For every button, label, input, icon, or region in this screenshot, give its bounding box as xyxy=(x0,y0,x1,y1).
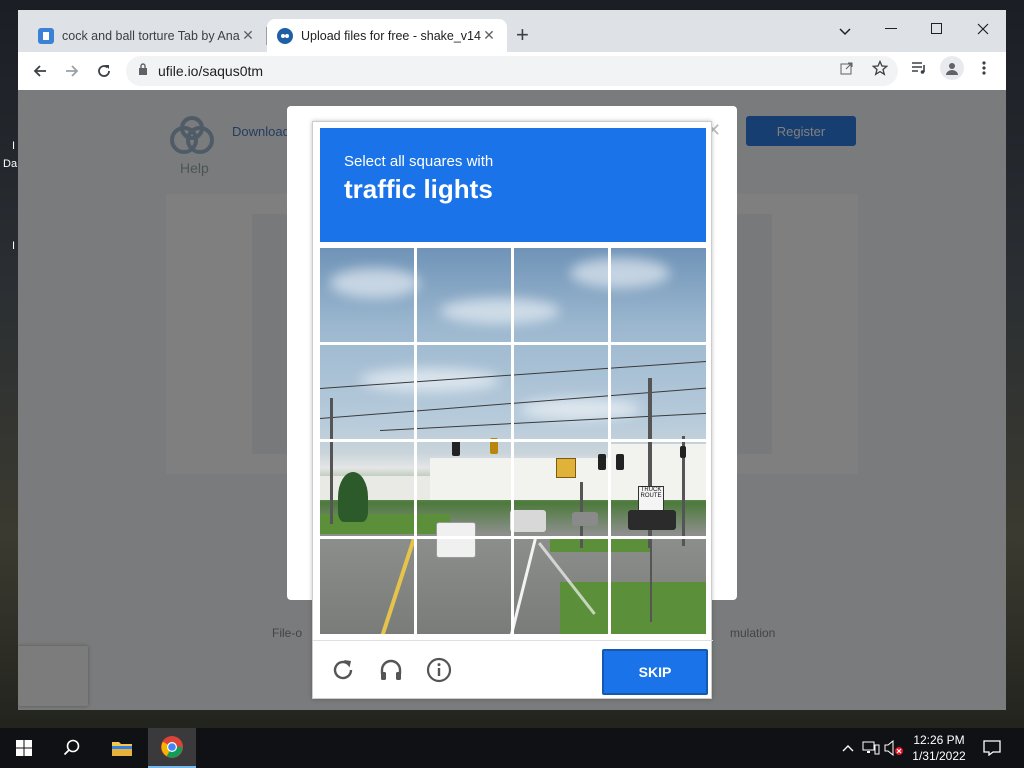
tab-title: Upload files for free - shake_v14 xyxy=(301,28,481,43)
bookmark-star-icon[interactable] xyxy=(869,57,891,79)
show-hidden-icons-chevron-icon[interactable] xyxy=(838,738,858,758)
tab-favicon-icon xyxy=(38,27,54,44)
new-tab-button[interactable]: + xyxy=(516,23,529,47)
info-icon[interactable] xyxy=(424,655,454,685)
address-bar[interactable]: ufile.io/saqus0tm xyxy=(126,56,898,86)
audio-challenge-headphones-icon[interactable] xyxy=(376,655,406,685)
menu-kebab-icon[interactable] xyxy=(973,57,995,79)
chrome-taskbar-icon[interactable] xyxy=(148,728,196,768)
windows-start-icon[interactable] xyxy=(0,728,48,768)
tab-title: cock and ball torture Tab by Anal xyxy=(62,28,240,43)
grid-tile-8[interactable] xyxy=(611,345,706,439)
share-icon[interactable] xyxy=(836,57,858,79)
browser-toolbar: ufile.io/saqus0tm xyxy=(18,52,1006,90)
close-icon[interactable]: ✕ xyxy=(240,27,256,44)
grid-tile-6[interactable] xyxy=(417,345,511,439)
clock-time: 12:26 PM xyxy=(913,733,965,747)
notifications-icon[interactable] xyxy=(982,738,1002,758)
grid-tile-10[interactable] xyxy=(417,442,511,536)
grid-tile-15[interactable] xyxy=(514,539,608,634)
grid-tile-13[interactable] xyxy=(320,539,414,634)
captcha-instructions: Select all squares with traffic lights xyxy=(320,128,706,242)
grid-tile-5[interactable] xyxy=(320,345,414,439)
minimize-button[interactable] xyxy=(868,14,914,44)
close-icon[interactable]: ✕ xyxy=(481,27,497,44)
grid-tile-3[interactable] xyxy=(514,248,608,342)
network-icon[interactable] xyxy=(861,738,881,758)
tab-ufile[interactable]: Upload files for free - shake_v14 ✕ xyxy=(267,19,507,52)
desktop-icon-label: I xyxy=(12,240,16,252)
grid-tile-16[interactable] xyxy=(611,539,706,634)
grid-tile-7[interactable] xyxy=(514,345,608,439)
profile-avatar-icon[interactable] xyxy=(940,56,964,80)
tab-cock-and-ball[interactable]: cock and ball torture Tab by Anal ✕ xyxy=(28,19,266,52)
forward-arrow-icon[interactable] xyxy=(58,57,86,85)
back-arrow-icon[interactable] xyxy=(26,57,54,85)
close-window-button[interactable] xyxy=(960,14,1006,44)
instruction-text: Select all squares with xyxy=(344,153,494,170)
search-icon[interactable] xyxy=(48,728,96,768)
reload-challenge-icon[interactable] xyxy=(328,655,358,685)
clock-date: 1/31/2022 xyxy=(912,749,966,763)
skip-button[interactable]: SKIP xyxy=(602,649,708,695)
captcha-challenge: Select all squares with traffic lights T… xyxy=(312,121,713,700)
tab-strip: cock and ball torture Tab by Anal ✕ Uplo… xyxy=(18,10,1006,52)
tab-favicon-icon xyxy=(277,27,293,44)
grid-tile-9[interactable] xyxy=(320,442,414,536)
grid-tile-4[interactable] xyxy=(611,248,706,342)
lock-icon[interactable] xyxy=(138,62,148,80)
grid-tile-1[interactable] xyxy=(320,248,414,342)
reload-icon[interactable] xyxy=(90,57,118,85)
captcha-footer: SKIP xyxy=(313,640,713,700)
captcha-image-grid: TRUCK ROUTE xyxy=(320,248,706,634)
desktop-icon-label: I xyxy=(12,140,16,152)
maximize-button[interactable] xyxy=(914,14,960,44)
media-queue-icon[interactable] xyxy=(908,57,930,79)
grid-tile-14[interactable] xyxy=(417,539,511,634)
taskbar: 12:26 PM 1/31/2022 xyxy=(0,728,1024,768)
desktop-icon-label: Da xyxy=(3,158,18,170)
file-explorer-folder-icon[interactable] xyxy=(98,728,146,768)
volume-muted-icon[interactable] xyxy=(884,738,904,758)
grid-tile-2[interactable] xyxy=(417,248,511,342)
instruction-target: traffic lights xyxy=(344,174,493,204)
grid-tile-11[interactable] xyxy=(514,442,608,536)
url-text: ufile.io/saqus0tm xyxy=(158,63,264,79)
system-clock[interactable]: 12:26 PM 1/31/2022 xyxy=(906,732,972,764)
tab-search-chevron-icon[interactable] xyxy=(830,18,860,46)
grid-tile-12[interactable] xyxy=(611,442,706,536)
